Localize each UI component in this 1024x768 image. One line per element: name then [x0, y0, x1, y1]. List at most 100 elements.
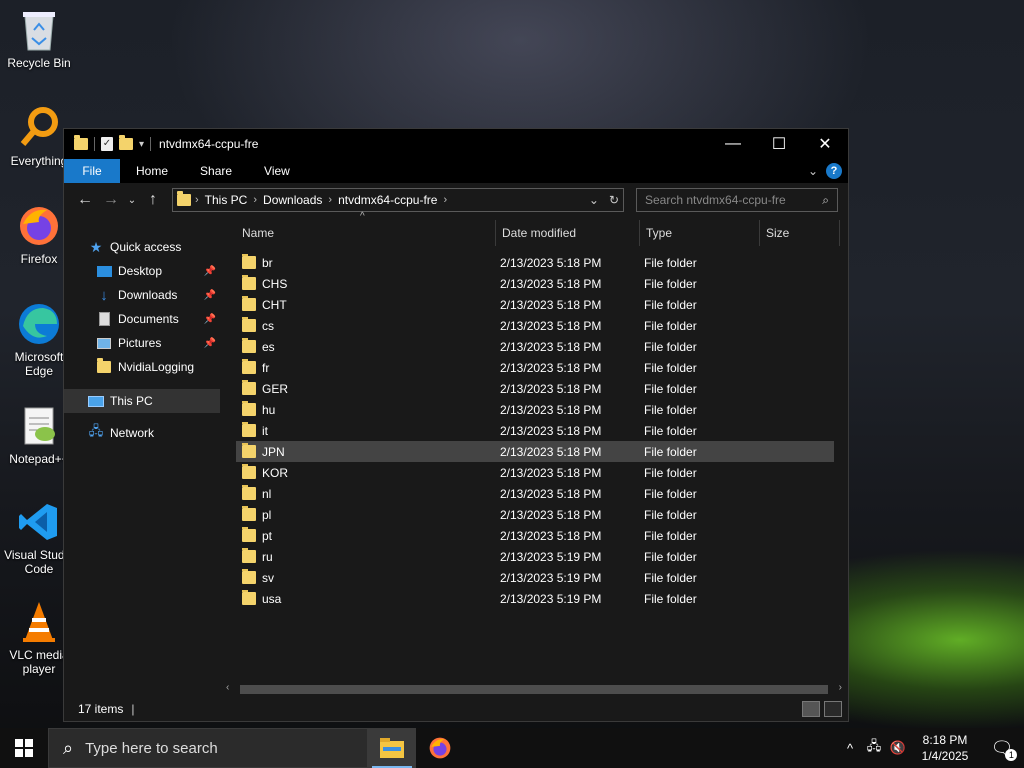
taskbar-search-box[interactable]: ⌕: [48, 728, 368, 768]
sidebar-item-this-pc[interactable]: This PC: [64, 389, 220, 413]
scroll-left-icon[interactable]: ‹: [226, 682, 229, 693]
pin-icon[interactable]: 📌: [204, 266, 216, 277]
column-header-name[interactable]: Name: [220, 220, 496, 246]
sidebar-item-quick-access[interactable]: ★ Quick access: [64, 235, 220, 259]
file-name-cell: es: [236, 338, 494, 354]
recycle-bin-icon: [17, 8, 61, 52]
sidebar-item-documents[interactable]: Documents 📌: [64, 307, 220, 331]
folder-icon: [242, 380, 256, 395]
tab-home[interactable]: Home: [120, 159, 184, 183]
clock[interactable]: 8:18 PM 1/4/2025: [910, 732, 980, 764]
file-date: 2/13/2023 5:19 PM: [500, 591, 602, 606]
file-row[interactable]: pt 2/13/2023 5:18 PM File folder: [236, 525, 834, 546]
sidebar-item-desktop[interactable]: Desktop 📌: [64, 259, 220, 283]
file-list-pane: ^ Name Date modified Type Size br 2/13/20…: [220, 211, 848, 697]
tab-view[interactable]: View: [248, 159, 306, 183]
breadcrumb-this-pc[interactable]: This PC: [199, 193, 254, 207]
file-name: sv: [262, 570, 274, 585]
file-row[interactable]: cs 2/13/2023 5:18 PM File folder: [236, 315, 834, 336]
up-button[interactable]: ↑: [140, 187, 166, 213]
start-button[interactable]: [0, 728, 48, 768]
taskbar-firefox[interactable]: [416, 728, 464, 768]
notification-center-button[interactable]: 🗨 1: [980, 738, 1024, 761]
file-name-cell: CHS: [236, 275, 494, 291]
column-header-type[interactable]: Type: [640, 220, 760, 246]
file-row[interactable]: CHS 2/13/2023 5:18 PM File folder: [236, 273, 834, 294]
file-row[interactable]: GER 2/13/2023 5:18 PM File folder: [236, 378, 834, 399]
navigation-bar: ← → ⌄ ↑ › This PC › Downloads › ntvdmx64…: [64, 183, 848, 217]
search-input[interactable]: [645, 193, 815, 207]
file-name: CHS: [262, 276, 288, 291]
tab-file[interactable]: File: [64, 159, 120, 183]
file-row[interactable]: pl 2/13/2023 5:18 PM File folder: [236, 504, 834, 525]
file-name-cell: it: [236, 422, 494, 438]
document-icon: [96, 311, 112, 327]
folder-icon: [242, 464, 256, 479]
search-icon[interactable]: ⌕: [822, 193, 829, 208]
network-status-icon[interactable]: 🖧: [862, 737, 886, 759]
desktop-icon-recycle-bin[interactable]: Recycle Bin: [2, 8, 76, 70]
pin-icon[interactable]: 📌: [204, 338, 216, 349]
column-header-size[interactable]: Size: [760, 220, 840, 246]
chevron-right-icon[interactable]: ›: [443, 194, 447, 206]
address-bar[interactable]: › This PC › Downloads › ntvdmx64-ccpu-fr…: [172, 188, 624, 212]
show-hidden-icons-icon[interactable]: ^: [838, 741, 862, 756]
properties-icon[interactable]: ✓: [101, 137, 113, 151]
sidebar-item-nvidialogging[interactable]: NvidiaLogging: [64, 355, 220, 379]
address-dropdown-icon[interactable]: ⌄: [589, 193, 599, 207]
large-icons-view-button[interactable]: [824, 701, 842, 717]
file-date: 2/13/2023 5:18 PM: [500, 276, 602, 291]
back-button[interactable]: ←: [72, 187, 98, 213]
column-headers: ^ Name Date modified Type Size: [220, 211, 848, 247]
file-name: GER: [262, 381, 289, 396]
recent-locations-button[interactable]: ⌄: [124, 187, 140, 213]
folder-icon: [242, 338, 256, 353]
help-icon[interactable]: ?: [826, 163, 842, 179]
file-name: it: [262, 423, 268, 438]
file-row[interactable]: es 2/13/2023 5:18 PM File folder: [236, 336, 834, 357]
file-date: 2/13/2023 5:18 PM: [500, 444, 602, 459]
title-bar[interactable]: ✓ ▾ ntvdmx64-ccpu-fre — ☐ ✕: [64, 129, 848, 159]
file-row[interactable]: sv 2/13/2023 5:19 PM File folder: [236, 567, 834, 588]
tab-share[interactable]: Share: [184, 159, 248, 183]
maximize-button[interactable]: ☐: [756, 129, 802, 159]
file-row[interactable]: CHT 2/13/2023 5:18 PM File folder: [236, 294, 834, 315]
minimize-button[interactable]: —: [710, 129, 756, 159]
file-row[interactable]: nl 2/13/2023 5:18 PM File folder: [236, 483, 834, 504]
pin-icon[interactable]: 📌: [204, 290, 216, 301]
file-row[interactable]: ru 2/13/2023 5:19 PM File folder: [236, 546, 834, 567]
sidebar-item-downloads[interactable]: ↓ Downloads 📌: [64, 283, 220, 307]
taskbar-file-explorer[interactable]: [368, 728, 416, 768]
refresh-icon[interactable]: ↻: [609, 193, 619, 207]
taskbar-search-input[interactable]: [85, 739, 346, 757]
file-row[interactable]: KOR 2/13/2023 5:18 PM File folder: [236, 462, 834, 483]
forward-button[interactable]: →: [98, 187, 124, 213]
sidebar-item-label: Quick access: [110, 240, 182, 254]
pin-icon[interactable]: 📌: [204, 314, 216, 325]
scroll-right-icon[interactable]: ›: [839, 682, 842, 693]
file-row[interactable]: JPN 2/13/2023 5:18 PM File folder: [236, 441, 834, 462]
sidebar-item-pictures[interactable]: Pictures 📌: [64, 331, 220, 355]
folder-icon: [242, 317, 256, 332]
file-row[interactable]: hu 2/13/2023 5:18 PM File folder: [236, 399, 834, 420]
breadcrumb-downloads[interactable]: Downloads: [257, 193, 328, 207]
chevron-down-icon[interactable]: ⌄: [808, 164, 818, 178]
file-row[interactable]: usa 2/13/2023 5:19 PM File folder: [236, 588, 834, 609]
column-header-date-modified[interactable]: Date modified: [496, 220, 640, 246]
file-row[interactable]: br 2/13/2023 5:18 PM File folder: [236, 252, 834, 273]
customize-toolbar-icon[interactable]: ▾: [139, 139, 144, 150]
horizontal-scrollbar[interactable]: ‹ ›: [220, 681, 848, 697]
close-button[interactable]: ✕: [802, 129, 848, 159]
file-row[interactable]: fr 2/13/2023 5:18 PM File folder: [236, 357, 834, 378]
file-name-cell: br: [236, 254, 494, 270]
new-folder-icon[interactable]: [119, 135, 133, 150]
sidebar-item-network[interactable]: 🖧 Network: [64, 421, 220, 445]
file-row[interactable]: it 2/13/2023 5:18 PM File folder: [236, 420, 834, 441]
volume-muted-icon[interactable]: 🔇: [886, 740, 910, 756]
notepadpp-icon: [17, 404, 61, 448]
sidebar-item-label: This PC: [110, 394, 153, 408]
breadcrumb-current-folder[interactable]: ntvdmx64-ccpu-fre: [332, 193, 443, 207]
scrollbar-thumb[interactable]: [240, 685, 828, 694]
search-box[interactable]: ⌕: [636, 188, 838, 212]
details-view-button[interactable]: [802, 701, 820, 717]
